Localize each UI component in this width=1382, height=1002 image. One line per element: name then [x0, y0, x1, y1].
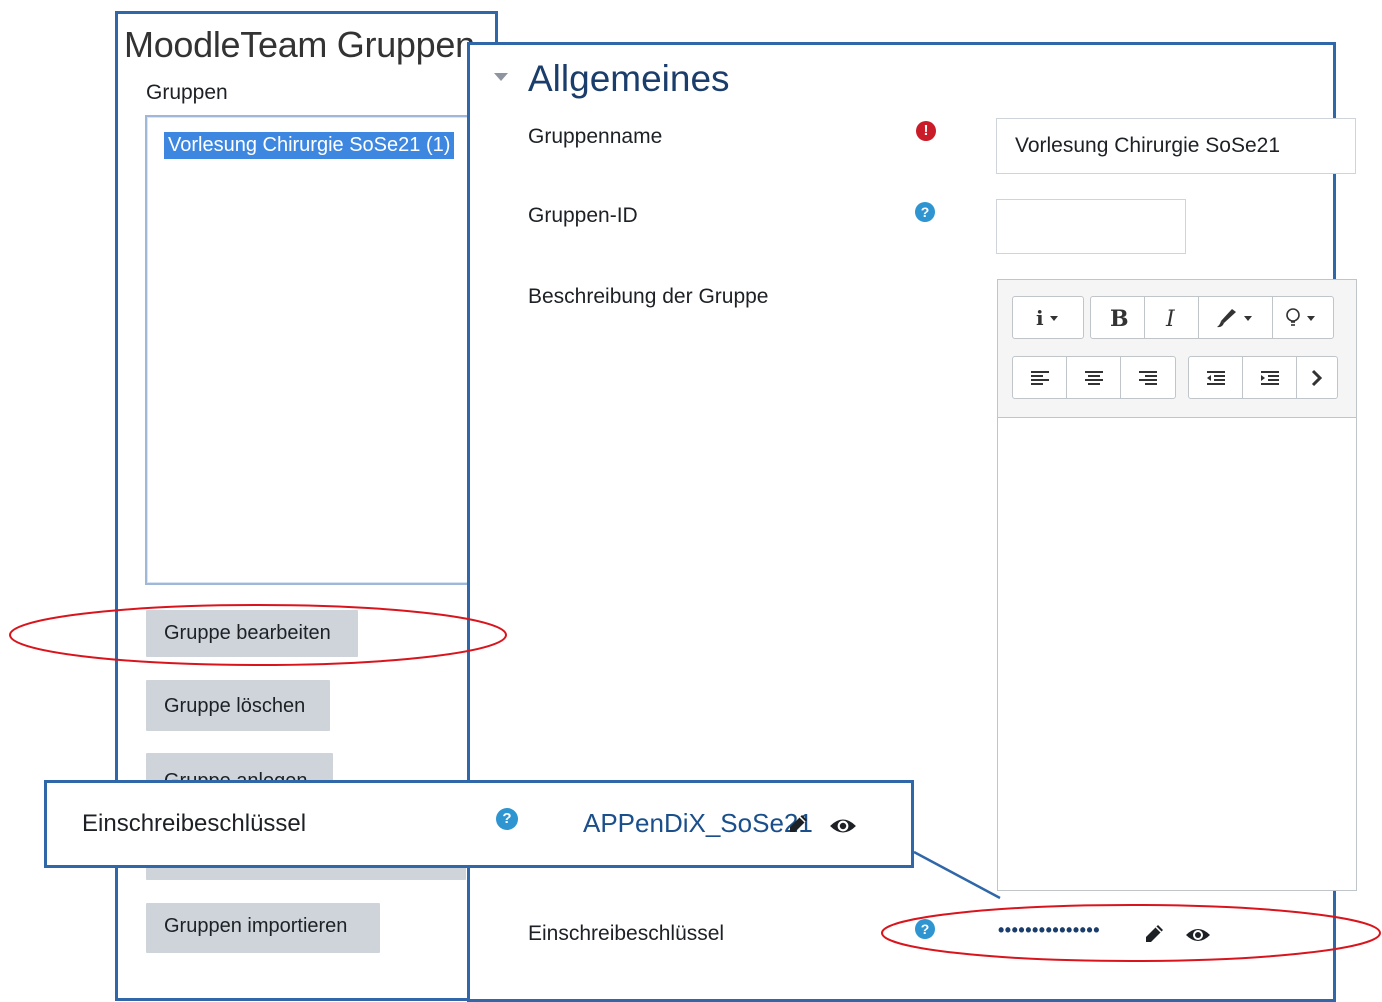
edit-group-button[interactable]: Gruppe bearbeiten: [146, 610, 358, 657]
group-option-selected[interactable]: Vorlesung Chirurgie SoSe21 (1): [164, 132, 455, 159]
eye-icon[interactable]: [1185, 926, 1211, 949]
align-right-icon[interactable]: [1121, 357, 1175, 398]
bold-icon[interactable]: B: [1091, 297, 1145, 338]
help-icon[interactable]: ?: [915, 919, 935, 939]
page-title: MoodleTeam Gruppen: [124, 24, 475, 65]
align-center-icon[interactable]: [1067, 357, 1121, 398]
more-icon[interactable]: [1297, 357, 1337, 398]
callout-enrolment-key-value[interactable]: APPenDiX_SoSe21: [583, 808, 813, 839]
callout-enrolment-key-label: Einschreibeschlüssel: [82, 810, 307, 837]
required-icon: !: [916, 121, 936, 141]
info-icon[interactable]: i: [1013, 297, 1083, 338]
toolbar-group-indent: [1188, 356, 1338, 399]
help-icon[interactable]: ?: [496, 808, 518, 830]
collapse-chevron-icon[interactable]: [494, 73, 508, 81]
delete-group-button[interactable]: Gruppe löschen: [146, 680, 330, 731]
section-heading[interactable]: Allgemeines: [528, 58, 730, 100]
help-icon[interactable]: ?: [915, 202, 935, 222]
outdent-icon[interactable]: [1189, 357, 1243, 398]
svg-text:I: I: [1165, 307, 1176, 330]
toolbar-group-format: B I: [1090, 296, 1334, 339]
enrolment-key-masked[interactable]: •••••••••••••••: [998, 920, 1100, 941]
lightbulb-icon[interactable]: [1273, 297, 1333, 338]
editor-content-area[interactable]: [999, 419, 1355, 889]
import-groups-button[interactable]: Gruppen importieren: [146, 903, 380, 953]
group-id-input[interactable]: [996, 199, 1186, 254]
indent-icon[interactable]: [1243, 357, 1297, 398]
toolbar-group-info: i: [1012, 296, 1084, 339]
svg-text:B: B: [1110, 306, 1129, 330]
group-description-label: Beschreibung der Gruppe: [528, 285, 769, 308]
group-id-label: Gruppen-ID: [528, 204, 638, 227]
svg-text:i: i: [1036, 306, 1044, 330]
align-left-icon[interactable]: [1013, 357, 1067, 398]
brush-icon[interactable]: [1199, 297, 1273, 338]
eye-icon[interactable]: [829, 816, 857, 841]
enrolment-key-label: Einschreibeschlüssel: [528, 922, 725, 945]
groups-list-label: Gruppen: [146, 81, 228, 104]
pencil-icon[interactable]: [1142, 922, 1166, 951]
groups-listbox[interactable]: [145, 115, 505, 585]
group-name-label: Gruppenname: [528, 125, 663, 148]
group-name-input[interactable]: [996, 118, 1356, 174]
toolbar-group-align: [1012, 356, 1176, 399]
pencil-icon[interactable]: [786, 812, 810, 841]
italic-icon[interactable]: I: [1145, 297, 1199, 338]
